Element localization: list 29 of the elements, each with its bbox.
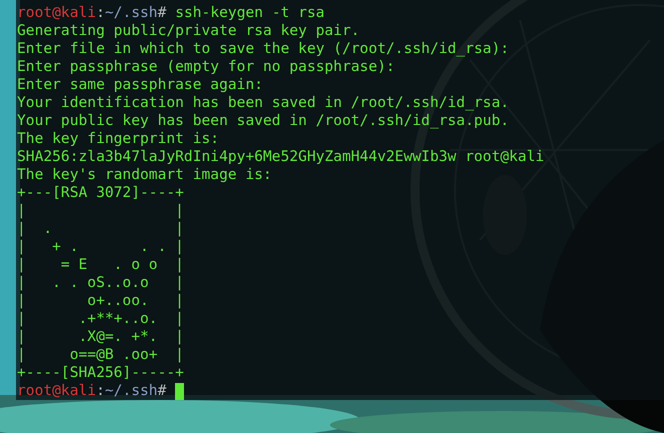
output-line: Enter passphrase (empty for no passphrase): (17, 58, 395, 76)
output-line: | + . . . | (17, 238, 184, 256)
output-line: Enter same passphrase again: (17, 76, 264, 94)
prompt-symbol: # (158, 382, 166, 400)
output-line: +---[RSA 3072]----+ (17, 184, 184, 202)
prompt-path: ~/.ssh (104, 4, 158, 22)
output-line: Your identification has been saved in /root/.ssh/id_rsa. (17, 94, 510, 112)
prompt-path: ~/.ssh (104, 382, 158, 400)
output-line: | = E . o o | (17, 256, 184, 274)
output-line: | o+..oo. | (17, 292, 184, 310)
prompt-symbol: # (158, 4, 166, 22)
output-line: SHA256:zla3b47laJyRdIni4py+6Me52GHyZamH44v2EwwIb3w root@kali (17, 148, 544, 166)
prompt-separator: : (96, 4, 105, 22)
command-text: ssh-keygen -t rsa (175, 4, 325, 22)
output-line: | .X@=. +*. | (17, 328, 184, 346)
prompt-separator: : (96, 382, 105, 400)
output-line: The key's randomart image is: (17, 166, 272, 184)
output-line: | o==@B .oo+ | (17, 346, 184, 364)
output-line: +----[SHA256]-----+ (17, 364, 184, 382)
output-line: The key fingerprint is: (17, 130, 220, 148)
output-line: Generating public/private rsa key pair. (17, 22, 360, 40)
output-line: Enter file in which to save the key (/root/.ssh/id_rsa): (17, 40, 510, 58)
prompt-user: root@kali (17, 4, 96, 22)
output-line: | | (17, 202, 184, 220)
output-line: | .+**+..o. | (17, 310, 184, 328)
output-line: | . | (17, 220, 184, 238)
output-line: | . . oS..o.o | (17, 274, 184, 292)
output-line: Your public key has been saved in /root/.ssh/id_rsa.pub. (17, 112, 510, 130)
prompt-user: root@kali (17, 382, 96, 400)
